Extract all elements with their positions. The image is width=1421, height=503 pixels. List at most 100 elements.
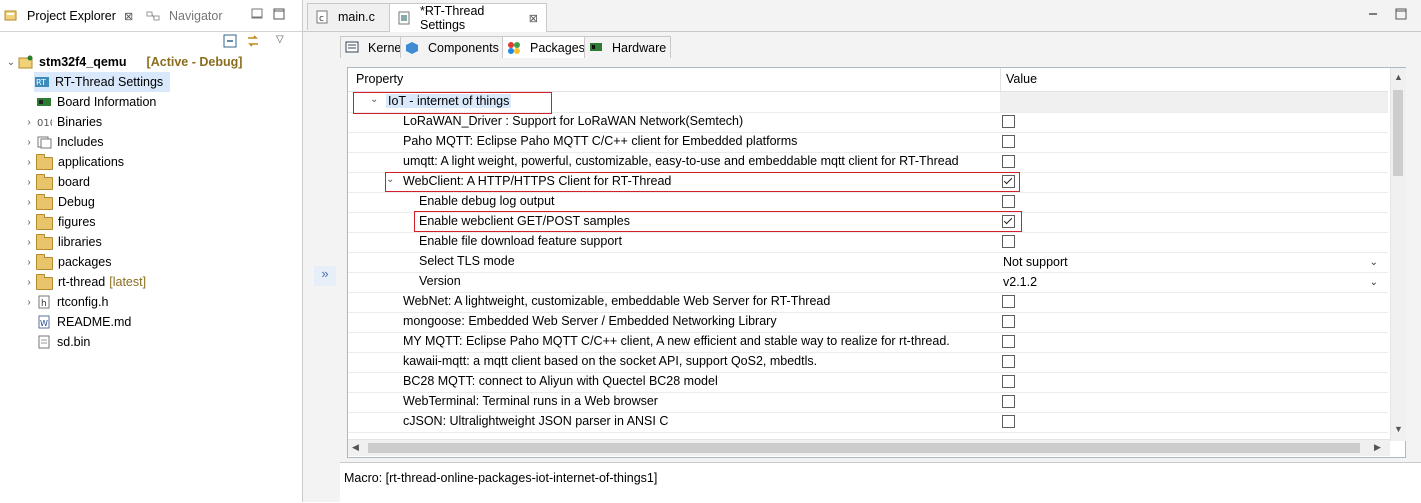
maximize-icon[interactable] — [1395, 8, 1407, 23]
chevron-right-icon[interactable]: › — [22, 117, 36, 128]
project-explorer-icon — [4, 9, 18, 23]
tree-item-label: applications — [58, 155, 125, 169]
table-row[interactable]: Paho MQTT: Eclipse Paho MQTT C/C++ clien… — [348, 132, 1388, 153]
vertical-scroll-thumb[interactable] — [1393, 90, 1403, 176]
table-row[interactable]: Version v2.1.2 ⌄ — [348, 272, 1388, 293]
scroll-right-icon[interactable]: ▶ — [1374, 442, 1381, 453]
table-row[interactable]: cJSON: Ultralightweight JSON parser in A… — [348, 412, 1388, 433]
tree-item-debug[interactable]: › Debug — [22, 192, 322, 212]
checkbox-icon[interactable] — [1002, 375, 1015, 388]
tree-item-board[interactable]: › board — [22, 172, 322, 192]
tree-item-figures[interactable]: › figures — [22, 212, 322, 232]
checkbox-icon[interactable] — [1002, 155, 1015, 168]
header-property: Property — [356, 72, 404, 86]
table-row[interactable]: MY MQTT: Eclipse Paho MQTT C/C++ client,… — [348, 332, 1388, 353]
horizontal-scrollbar[interactable]: ◀ ▶ — [348, 439, 1390, 456]
chevron-right-icon[interactable]: › — [22, 237, 36, 248]
tree-item-binaries[interactable]: › 010 Binaries — [22, 112, 322, 132]
tab-project-explorer[interactable]: Project Explorer ⊠ — [4, 4, 134, 28]
tls-mode-select[interactable]: Not support ⌄ — [1000, 253, 1386, 271]
maximize-icon[interactable] — [273, 8, 285, 23]
checkbox-icon[interactable] — [1002, 135, 1015, 148]
chevron-down-icon[interactable]: ⌄ — [1370, 257, 1378, 268]
tab-rt-thread-settings[interactable]: *RT-Thread Settings ⊠ — [389, 3, 547, 32]
components-icon — [405, 41, 419, 55]
tree-item-rt-thread[interactable]: › rt-thread [latest] — [22, 272, 322, 292]
restore-panel-icon[interactable]: » — [314, 266, 336, 286]
view-menu-chevron-icon[interactable]: ▽ — [276, 34, 284, 45]
checkbox-icon[interactable] — [1002, 335, 1015, 348]
chevron-right-icon[interactable]: › — [22, 157, 36, 168]
tab-packages[interactable]: Packages — [502, 36, 590, 58]
link-editor-icon[interactable] — [245, 33, 261, 52]
file-icon — [36, 335, 52, 349]
tree-item-label: README.md — [57, 315, 132, 329]
checkbox-icon[interactable] — [1002, 395, 1015, 408]
svg-text:c: c — [319, 14, 324, 24]
close-icon[interactable]: ⊠ — [124, 10, 133, 23]
chevron-right-icon[interactable]: › — [22, 217, 36, 228]
chevron-down-icon[interactable]: ⌄ — [4, 57, 18, 68]
chevron-right-icon[interactable]: › — [22, 177, 36, 188]
table-row[interactable]: Select TLS mode Not support ⌄ — [348, 252, 1388, 273]
table-header: Property Value — [348, 68, 1388, 92]
project-row[interactable]: ⌄ stm32f4_qemu [Active - Debug] — [0, 52, 300, 72]
chevron-right-icon[interactable]: › — [22, 277, 36, 288]
horizontal-scroll-thumb[interactable] — [368, 443, 1360, 453]
tree-item-label: sd.bin — [57, 335, 91, 349]
scroll-down-icon[interactable]: ▼ — [1394, 424, 1403, 434]
table-row[interactable]: WebTerminal: Terminal runs in a Web brow… — [348, 392, 1388, 413]
table-row[interactable]: umqtt: A light weight, powerful, customi… — [348, 152, 1388, 173]
tree-item-libraries[interactable]: › libraries — [22, 232, 322, 252]
chevron-right-icon[interactable]: › — [22, 297, 36, 308]
table-row[interactable]: kawaii-mqtt: a mqtt client based on the … — [348, 352, 1388, 373]
collapse-all-icon[interactable] — [223, 34, 237, 51]
chevron-down-icon[interactable]: ⌄ — [1370, 277, 1378, 288]
chevron-right-icon[interactable]: › — [22, 257, 36, 268]
tree-item-board-information[interactable]: Board Information — [36, 92, 336, 112]
table-row[interactable]: WebNet: A lightweight, customizable, emb… — [348, 292, 1388, 313]
checkbox-icon[interactable] — [1002, 195, 1015, 208]
checkbox-icon[interactable] — [1002, 235, 1015, 248]
tree-item-rt-thread-settings[interactable]: RT RT-Thread Settings — [34, 72, 170, 92]
table-row[interactable]: Enable debug log output — [348, 192, 1388, 213]
tab-navigator[interactable]: Navigator — [146, 4, 223, 28]
scroll-up-icon[interactable]: ▲ — [1394, 72, 1403, 82]
table-row[interactable]: Enable file download feature support — [348, 232, 1388, 253]
checkbox-icon[interactable] — [1002, 295, 1015, 308]
checkbox-icon[interactable] — [1002, 415, 1015, 428]
tab-components[interactable]: Components — [400, 36, 504, 58]
binaries-icon: 010 — [36, 115, 56, 129]
version-select[interactable]: v2.1.2 ⌄ — [1000, 273, 1386, 291]
table-row[interactable]: BC28 MQTT: connect to Aliyun with Quecte… — [348, 372, 1388, 393]
svg-text:RT: RT — [36, 78, 46, 87]
minimize-icon[interactable] — [1367, 8, 1379, 23]
tab-main-c[interactable]: c main.c — [307, 3, 397, 30]
chevron-right-icon[interactable]: › — [22, 137, 36, 148]
table-row[interactable]: LoRaWAN_Driver : Support for LoRaWAN Net… — [348, 112, 1388, 133]
tree-item-readme[interactable]: W README.md — [36, 312, 336, 332]
checkbox-icon[interactable] — [1002, 315, 1015, 328]
row-label: Version — [419, 274, 461, 288]
tree-item-packages[interactable]: › packages — [22, 252, 322, 272]
tab-label: Hardware — [612, 40, 667, 55]
table-row[interactable]: mongoose: Embedded Web Server / Embedded… — [348, 312, 1388, 333]
checkbox-icon[interactable] — [1002, 115, 1015, 128]
row-label: Paho MQTT: Eclipse Paho MQTT C/C++ clien… — [403, 134, 798, 148]
close-icon[interactable]: ⊠ — [529, 12, 538, 25]
row-label: WebTerminal: Terminal runs in a Web brow… — [403, 394, 658, 408]
tree-item-includes[interactable]: › Includes — [22, 132, 322, 152]
vertical-scrollbar[interactable]: ▲ ▼ — [1390, 68, 1406, 441]
scroll-left-icon[interactable]: ◀ — [352, 442, 359, 453]
tree-item-applications[interactable]: › applications — [22, 152, 322, 172]
tab-kernel[interactable]: Kernel — [340, 36, 410, 58]
macro-panel: Macro: [rt-thread-online-packages-iot-in… — [340, 462, 1421, 503]
view-menu-icon[interactable] — [251, 8, 263, 23]
tab-hardware[interactable]: Hardware — [584, 36, 672, 58]
checkbox-icon[interactable] — [1002, 355, 1015, 368]
header-file-icon: h — [36, 295, 52, 309]
tree-item-rtconfig-h[interactable]: › h rtconfig.h — [22, 292, 322, 312]
row-label: Select TLS mode — [419, 254, 515, 268]
chevron-right-icon[interactable]: › — [22, 197, 36, 208]
tree-item-sd-bin[interactable]: sd.bin — [36, 332, 336, 352]
